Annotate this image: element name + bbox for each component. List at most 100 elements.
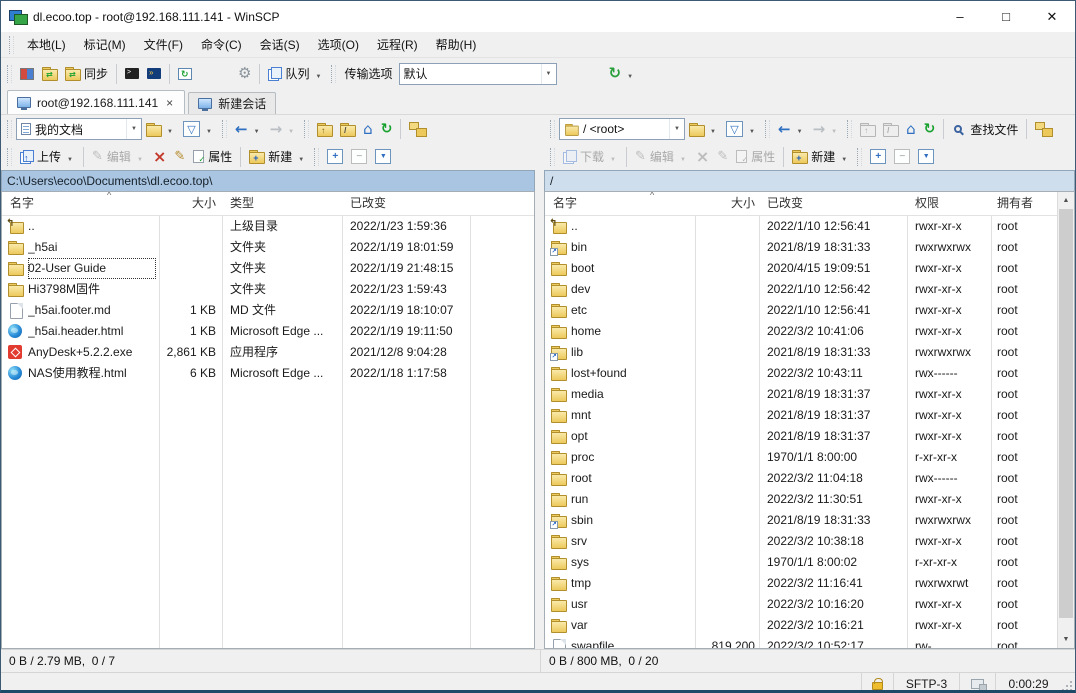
file-row[interactable]: swapfile819,2002022/3/2 10:52:17rw-root xyxy=(545,636,1057,648)
column-header-changed[interactable]: 已改变 xyxy=(767,192,903,215)
column-header-type[interactable]: 类型 xyxy=(230,192,338,215)
select-remove-button[interactable]: − xyxy=(347,147,371,166)
column-header-owner[interactable]: 拥有者 xyxy=(997,192,1055,215)
preferences-button[interactable]: ⚙ xyxy=(234,64,255,83)
rename-button[interactable]: ✎ xyxy=(713,148,732,165)
file-row[interactable]: root2022/3/2 11:04:18rwx------root xyxy=(545,468,1057,489)
delete-button[interactable]: × xyxy=(692,147,713,167)
properties-button[interactable]: 属性 xyxy=(732,146,779,167)
maximize-button[interactable]: □ xyxy=(983,1,1029,32)
menu-options[interactable]: 选项(O) xyxy=(309,33,368,57)
file-row[interactable]: home2022/3/2 10:41:06rwxr-xr-xroot xyxy=(545,321,1057,342)
new-button[interactable]: 新建 xyxy=(788,146,853,167)
delete-button[interactable]: × xyxy=(149,147,170,167)
menu-help[interactable]: 帮助(H) xyxy=(427,33,486,57)
column-header-size[interactable]: 大小 xyxy=(697,192,755,215)
menu-command[interactable]: 命令(C) xyxy=(192,33,251,57)
session-duration[interactable]: 0:00:29 xyxy=(995,673,1061,693)
encryption-status[interactable] xyxy=(861,673,893,693)
local-location-combo[interactable]: 我的文档 xyxy=(16,118,142,140)
open-directory-button[interactable] xyxy=(142,120,179,138)
file-row[interactable]: AnyDesk+5.2.2.exe2,861 KB应用程序2021/12/8 9… xyxy=(2,342,534,363)
minimize-button[interactable]: – xyxy=(937,1,983,32)
resize-grip[interactable] xyxy=(1061,673,1075,693)
column-header-changed[interactable]: 已改变 xyxy=(350,192,466,215)
file-row[interactable]: run2022/3/2 11:30:51rwxr-xr-xroot xyxy=(545,489,1057,510)
file-row[interactable]: opt2021/8/19 18:31:37rwxr-xr-xroot xyxy=(545,426,1057,447)
menu-remote[interactable]: 远程(R) xyxy=(368,33,427,57)
file-row[interactable]: 02-User Guide文件夹2022/1/19 21:48:15 xyxy=(2,258,534,279)
file-row[interactable]: _h5ai.header.html1 KBMicrosoft Edge ...2… xyxy=(2,321,534,342)
file-row[interactable]: usr2022/3/2 10:16:20rwxr-xr-xroot xyxy=(545,594,1057,615)
file-row[interactable]: mnt2021/8/19 18:31:37rwxr-xr-xroot xyxy=(545,405,1057,426)
parent-directory-button[interactable] xyxy=(313,121,336,138)
filter-button[interactable]: ▽ xyxy=(179,119,218,139)
file-row[interactable]: dev2022/1/10 12:56:42rwxr-xr-xroot xyxy=(545,279,1057,300)
file-row[interactable]: NAS使用教程.html6 KBMicrosoft Edge ...2022/1… xyxy=(2,363,534,384)
console-command-button[interactable] xyxy=(143,66,165,81)
panel-splitter[interactable] xyxy=(535,115,544,649)
file-row[interactable]: ↗sbin2021/8/19 18:31:33rwxrwxrwxroot xyxy=(545,510,1057,531)
forward-button[interactable]: → xyxy=(266,120,301,139)
file-row[interactable]: ..2022/1/10 12:56:41rwxr-xr-xroot xyxy=(545,216,1057,237)
file-row[interactable]: ↗bin2021/8/19 18:31:33rwxrwxrwxroot xyxy=(545,237,1057,258)
file-row[interactable]: ↗lib2021/8/19 18:31:33rwxrwxrwxroot xyxy=(545,342,1057,363)
tab-new-session[interactable]: 新建会话 xyxy=(188,92,276,114)
file-row[interactable]: _h5ai.footer.md1 KBMD 文件2022/1/19 18:10:… xyxy=(2,300,534,321)
scrollbar-thumb[interactable] xyxy=(1059,209,1073,618)
scroll-up-icon[interactable]: ▲ xyxy=(1058,192,1074,209)
file-row[interactable]: _h5ai文件夹2022/1/19 18:01:59 xyxy=(2,237,534,258)
server-status[interactable] xyxy=(959,673,995,693)
protocol-status[interactable]: SFTP-3 xyxy=(893,673,959,693)
remote-path-bar[interactable]: / xyxy=(544,170,1075,191)
column-header-name[interactable]: 名字 xyxy=(10,192,150,215)
close-button[interactable]: ✕ xyxy=(1029,1,1075,32)
parent-directory-button[interactable] xyxy=(856,121,879,138)
file-row[interactable]: boot2020/4/15 19:09:51rwxr-xr-xroot xyxy=(545,258,1057,279)
file-row[interactable]: media2021/8/19 18:31:37rwxr-xr-xroot xyxy=(545,384,1057,405)
synchronize-button[interactable]: 同步 xyxy=(61,63,112,84)
properties-button[interactable]: 属性 xyxy=(189,146,236,167)
file-row[interactable]: var2022/3/2 10:16:21rwxr-xr-xroot xyxy=(545,615,1057,636)
transfer-preset-combo[interactable]: 默认 xyxy=(399,63,557,85)
file-row[interactable]: tmp2022/3/2 11:16:41rwxrwxrwtroot xyxy=(545,573,1057,594)
remote-location-combo[interactable]: / <root> xyxy=(559,118,685,140)
file-row[interactable]: lost+found2022/3/2 10:43:11rwx------root xyxy=(545,363,1057,384)
select-invert-button[interactable]: ▼ xyxy=(914,147,938,166)
file-row[interactable]: ..上级目录2022/1/23 1:59:36 xyxy=(2,216,534,237)
select-invert-button[interactable]: ▼ xyxy=(371,147,395,166)
queue-button[interactable]: 队列 xyxy=(264,63,327,84)
menu-local[interactable]: 本地(L) xyxy=(18,33,75,57)
column-header-permissions[interactable]: 权限 xyxy=(915,192,987,215)
chevron-down-icon[interactable] xyxy=(126,119,141,139)
chevron-down-icon[interactable] xyxy=(669,119,684,139)
file-row[interactable]: etc2022/1/10 12:56:41rwxr-xr-xroot xyxy=(545,300,1057,321)
file-row[interactable]: sys1970/1/1 8:00:02r-xr-xr-xroot xyxy=(545,552,1057,573)
menu-mark[interactable]: 标记(M) xyxy=(75,33,135,57)
tab-close-icon[interactable]: × xyxy=(164,96,175,110)
directory-tree-button[interactable] xyxy=(405,120,430,138)
filter-button[interactable]: ▽ xyxy=(722,119,761,139)
column-header-size[interactable]: 大小 xyxy=(160,192,216,215)
root-directory-button[interactable] xyxy=(879,121,902,138)
synchronize-browsing-button[interactable] xyxy=(38,65,61,82)
select-add-button[interactable]: + xyxy=(323,147,347,166)
edit-button[interactable]: ✎编辑 xyxy=(631,146,692,167)
file-row[interactable]: proc1970/1/1 8:00:00r-xr-xr-xroot xyxy=(545,447,1057,468)
forward-button[interactable]: → xyxy=(809,120,844,139)
chevron-down-icon[interactable] xyxy=(541,64,556,84)
refresh-button[interactable]: ↻ xyxy=(920,120,940,138)
select-remove-button[interactable]: − xyxy=(890,147,914,166)
vertical-scrollbar[interactable]: ▲ ▼ xyxy=(1057,192,1074,648)
refresh-session-button[interactable] xyxy=(174,66,196,82)
transfer-settings-button[interactable]: ↻ xyxy=(605,64,640,83)
open-terminal-button[interactable] xyxy=(121,66,143,81)
commander-layout-button[interactable] xyxy=(16,66,38,82)
home-directory-button[interactable]: ⌂ xyxy=(359,120,377,139)
home-directory-button[interactable]: ⌂ xyxy=(902,120,920,139)
new-button[interactable]: 新建 xyxy=(245,146,310,167)
open-directory-button[interactable] xyxy=(685,120,722,138)
select-add-button[interactable]: + xyxy=(866,147,890,166)
back-button[interactable]: ← xyxy=(774,120,809,139)
upload-button[interactable]: 上传 xyxy=(16,146,79,167)
